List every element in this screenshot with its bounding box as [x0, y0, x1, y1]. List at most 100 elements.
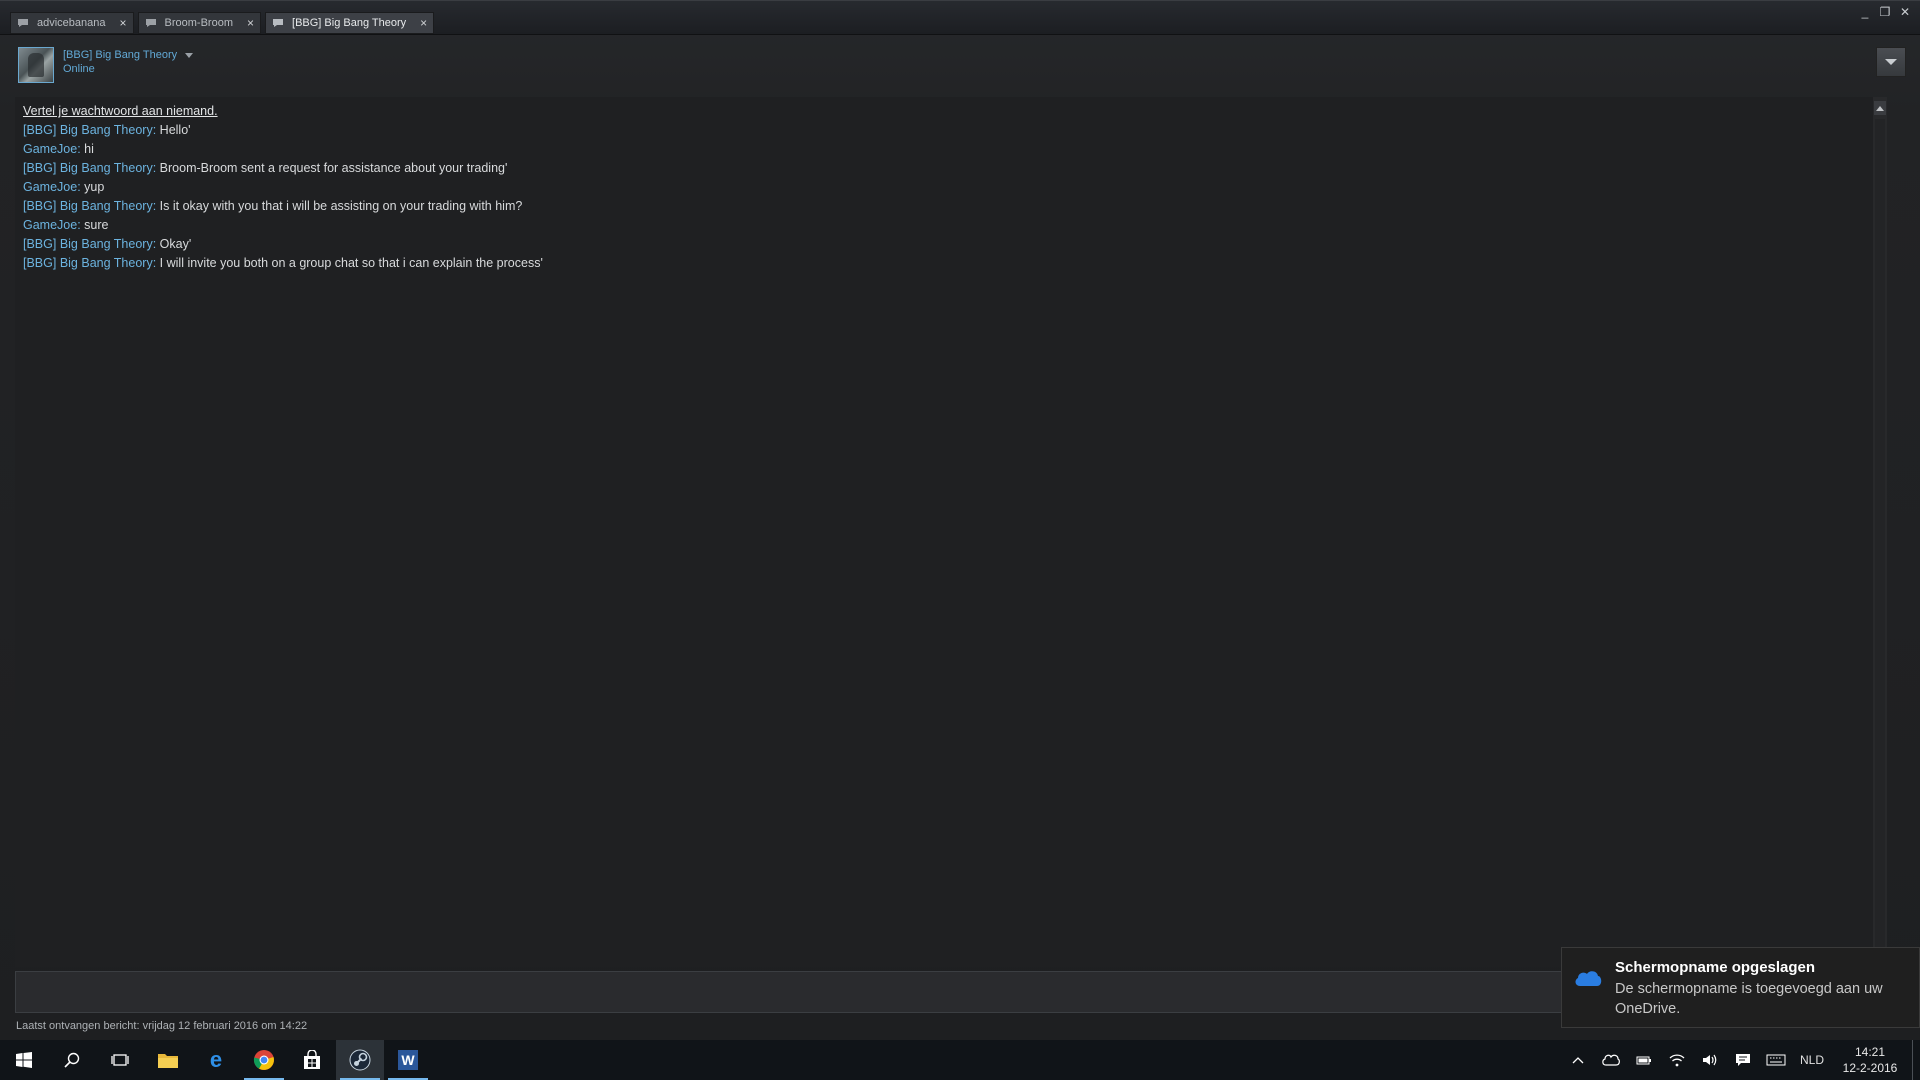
tab-advicebanana[interactable]: advicebanana ×: [10, 12, 134, 34]
chevron-up-icon: [1572, 1057, 1583, 1064]
friend-header: [BBG] Big Bang Theory Online: [18, 47, 194, 85]
chat-message: GameJoe: hi: [23, 142, 94, 156]
taskbar: e W NLD 14:21 12-2-2016: [0, 1040, 1920, 1080]
restore-button[interactable]: ❐: [1878, 5, 1892, 19]
notification-title: Schermopname opgeslagen: [1615, 959, 1816, 976]
last-received-info: Laatst ontvangen bericht: vrijdag 12 feb…: [16, 1020, 308, 1032]
search-button[interactable]: [48, 1040, 96, 1080]
chat-tabs: advicebanana × Broom-Broom × [BBG] Big B…: [10, 12, 435, 34]
message-text: yup: [80, 180, 105, 194]
message-sender: [BBG] Big Bang Theory: [23, 237, 153, 251]
volume-icon: [1702, 1054, 1716, 1066]
folder-icon: [158, 1054, 178, 1068]
keyboard-icon: [1766, 1054, 1785, 1066]
onedrive-notification[interactable]: Schermopname opgeslagen De schermopname …: [1561, 947, 1920, 1028]
scroll-thumb[interactable]: [1875, 119, 1885, 959]
close-window-button[interactable]: ✕: [1898, 5, 1912, 19]
chat-message: GameJoe: sure: [23, 218, 109, 232]
tab-label: advicebanana: [37, 17, 106, 29]
status-text: Online: [63, 63, 95, 75]
close-icon[interactable]: ×: [420, 17, 427, 29]
notification-body: De schermopname is toegevoegd aan uw One…: [1615, 981, 1883, 1017]
message-sender: GameJoe: [23, 180, 78, 194]
chat-options-button[interactable]: [1876, 47, 1906, 77]
tab-broom-broom[interactable]: Broom-Broom ×: [137, 12, 262, 34]
chat-message: GameJoe: yup: [23, 180, 105, 194]
chat-message: [BBG] Big Bang Theory: Is it okay with y…: [23, 199, 523, 213]
chat-message: [BBG] Big Bang Theory: Broom-Broom sent …: [23, 161, 508, 175]
onedrive-sync-icon: [1601, 1054, 1620, 1066]
steam-button[interactable]: [336, 1040, 384, 1080]
message-sender: GameJoe: [23, 218, 78, 232]
keyboard-button[interactable]: [1759, 1040, 1792, 1080]
language-indicator[interactable]: NLD: [1792, 1053, 1832, 1067]
edge-icon: e: [210, 1049, 222, 1071]
message-text: I will invite you both on a group chat s…: [156, 256, 543, 270]
chat-scrollbar[interactable]: [1873, 97, 1887, 967]
message-text: Hello': [156, 123, 191, 137]
action-center-button[interactable]: [1726, 1040, 1759, 1080]
tab-big-bang-theory[interactable]: [BBG] Big Bang Theory ×: [265, 12, 435, 34]
windows-logo-icon: [16, 1052, 32, 1068]
clock[interactable]: 14:21 12-2-2016: [1832, 1044, 1908, 1076]
friend-info: [BBG] Big Bang Theory Online: [63, 49, 194, 85]
chat-log: Vertel je wachtwoord aan niemand. [BBG] …: [15, 97, 1887, 967]
file-explorer-button[interactable]: [144, 1040, 192, 1080]
battery-icon: [1636, 1056, 1651, 1065]
store-button[interactable]: [288, 1040, 336, 1080]
tab-label: [BBG] Big Bang Theory: [292, 17, 407, 29]
word-button[interactable]: W: [384, 1040, 432, 1080]
task-view-button[interactable]: [96, 1040, 144, 1080]
notification-icon: [1735, 1054, 1750, 1066]
svg-text:W: W: [401, 1052, 415, 1068]
message-text: hi: [80, 142, 94, 156]
message-text: Is it okay with you that i will be assis…: [156, 199, 523, 213]
chat-bubble-icon: [145, 19, 156, 27]
avatar[interactable]: [18, 47, 54, 83]
message-sender: [BBG] Big Bang Theory: [23, 256, 153, 270]
wifi-button[interactable]: [1660, 1040, 1693, 1080]
chevron-down-icon: [1885, 59, 1897, 65]
chat-message: [BBG] Big Bang Theory: Okay': [23, 237, 192, 251]
window-controls: _ ❐ ✕: [1858, 5, 1912, 19]
show-hidden-icons-button[interactable]: [1561, 1040, 1594, 1080]
chevron-up-icon: [1876, 105, 1884, 111]
persona-name-dropdown[interactable]: [BBG] Big Bang Theory: [63, 49, 194, 61]
message-sender: GameJoe: [23, 142, 78, 156]
svg-text:e: e: [210, 1049, 222, 1071]
store-icon: [304, 1050, 320, 1069]
chat-bubble-icon: [18, 19, 28, 27]
taskbar-apps: e W: [0, 1040, 432, 1080]
minimize-button[interactable]: _: [1858, 5, 1872, 19]
start-button[interactable]: [0, 1040, 48, 1080]
message-list: Vertel je wachtwoord aan niemand. [BBG] …: [23, 102, 543, 273]
clock-time: 14:21: [1854, 1045, 1886, 1059]
close-icon[interactable]: ×: [247, 17, 254, 29]
chat-bubble-icon: [273, 19, 284, 27]
battery-button[interactable]: [1627, 1040, 1660, 1080]
clock-date: 12-2-2016: [1842, 1061, 1898, 1075]
edge-button[interactable]: e: [192, 1040, 240, 1080]
word-icon: W: [398, 1050, 418, 1070]
message-sender: [BBG] Big Bang Theory: [23, 123, 153, 137]
chevron-down-icon: [185, 52, 194, 58]
message-text: sure: [80, 218, 109, 232]
title-bar: advicebanana × Broom-Broom × [BBG] Big B…: [0, 1, 1920, 35]
message-sender: [BBG] Big Bang Theory: [23, 161, 153, 175]
scroll-up-button[interactable]: [1874, 101, 1886, 115]
message-text: Okay': [156, 237, 192, 251]
show-desktop-button[interactable]: [1912, 1040, 1920, 1080]
message-sender: [BBG] Big Bang Theory: [23, 199, 153, 213]
onedrive-tray-button[interactable]: [1594, 1040, 1627, 1080]
wifi-icon: [1669, 1054, 1684, 1067]
close-icon[interactable]: ×: [120, 17, 127, 29]
chrome-button[interactable]: [240, 1040, 288, 1080]
steam-icon: [349, 1049, 371, 1071]
persona-name: [BBG] Big Bang Theory: [63, 49, 178, 61]
search-icon: [64, 1052, 80, 1068]
chat-message: [BBG] Big Bang Theory: Hello': [23, 123, 191, 137]
volume-button[interactable]: [1693, 1040, 1726, 1080]
tab-label: Broom-Broom: [164, 17, 233, 29]
chrome-icon: [253, 1050, 274, 1070]
task-view-icon: [111, 1054, 129, 1066]
